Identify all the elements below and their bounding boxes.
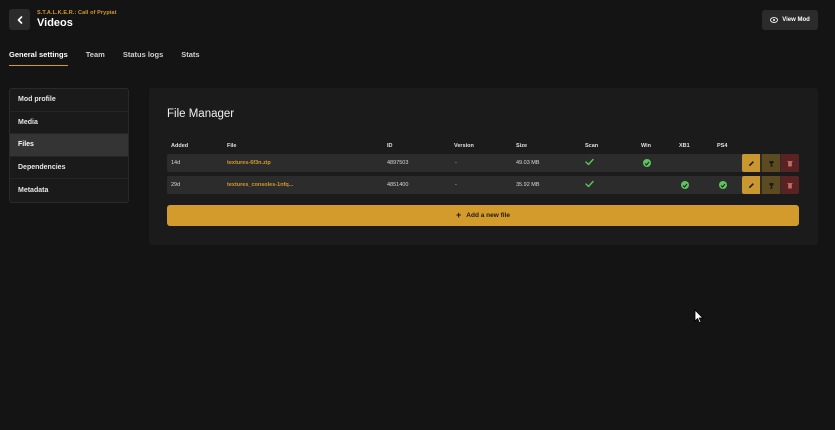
column-header-win: Win (641, 143, 652, 149)
added-cell: 14d (171, 160, 181, 166)
add-file-label: Add a new file (466, 212, 510, 219)
feature-button[interactable] (762, 176, 780, 194)
pencil-icon (748, 182, 754, 188)
edit-button[interactable] (742, 176, 760, 194)
page-title: Videos (37, 17, 73, 29)
sidebar-item-files[interactable]: Files (10, 134, 128, 157)
trash-icon (787, 182, 793, 188)
view-mod-button[interactable]: View Mod (762, 10, 818, 30)
sidebar-item-dependencies[interactable]: Dependencies (10, 157, 128, 180)
version-cell: - (455, 160, 457, 166)
chevron-left-icon (17, 15, 22, 24)
add-file-button[interactable]: + Add a new file (167, 205, 799, 226)
trash-icon (787, 160, 793, 166)
column-header-version: Version (454, 143, 474, 149)
check-icon (585, 158, 594, 166)
trophy-icon (769, 160, 773, 166)
file-link[interactable]: textures-6f3n.zip (227, 154, 271, 172)
version-cell: - (455, 182, 457, 188)
table-row: 29d textures_consoles-1nfq... 4851400 - … (167, 176, 799, 194)
settings-tabs: General settings Team Status logs Stats (9, 50, 218, 66)
sidebar-nav: Mod profile Media Files Dependencies Met… (9, 88, 129, 203)
column-header-file: File (227, 143, 237, 149)
file-manager-panel: File Manager Added File ID Version Size … (149, 88, 818, 245)
sidebar-item-metadata[interactable]: Metadata (10, 179, 128, 202)
tab-stats[interactable]: Stats (181, 50, 199, 66)
sidebar-item-mod-profile[interactable]: Mod profile (10, 89, 128, 112)
column-header-ps4: PS4 (717, 143, 728, 149)
pencil-icon (748, 160, 754, 166)
tab-team[interactable]: Team (86, 50, 105, 66)
eye-icon (770, 17, 779, 23)
file-link[interactable]: textures_consoles-1nfq... (227, 176, 293, 194)
column-header-xb1: XB1 (679, 143, 690, 149)
check-circle-icon (719, 181, 727, 189)
table-row: 14d textures-6f3n.zip 4897503 - 49.03 MB (167, 154, 799, 172)
file-manager-title: File Manager (167, 108, 235, 120)
page-header: S.T.A.L.K.E.R.: Call of Prypiat Videos (9, 9, 117, 30)
id-cell: 4897503 (387, 160, 409, 166)
size-cell: 35.92 MB (516, 182, 540, 188)
column-header-id: ID (387, 143, 393, 149)
check-circle-icon (681, 181, 689, 189)
check-circle-icon (643, 159, 651, 167)
back-button[interactable] (9, 9, 30, 30)
view-mod-label: View Mod (782, 17, 810, 23)
check-icon (585, 180, 594, 188)
sidebar-item-media[interactable]: Media (10, 112, 128, 135)
added-cell: 29d (171, 182, 181, 188)
id-cell: 4851400 (387, 182, 409, 188)
trophy-icon (769, 182, 773, 188)
game-subtitle[interactable]: S.T.A.L.K.E.R.: Call of Prypiat (37, 10, 117, 16)
column-header-scan: Scan (585, 143, 599, 149)
edit-button[interactable] (742, 154, 760, 172)
tab-status-logs[interactable]: Status logs (123, 50, 163, 66)
column-header-size: Size (516, 143, 528, 149)
delete-button[interactable] (781, 176, 799, 194)
size-cell: 49.03 MB (516, 160, 540, 166)
mouse-cursor-icon (694, 309, 704, 324)
plus-icon: + (456, 210, 462, 220)
column-header-added: Added (171, 143, 189, 149)
delete-button[interactable] (781, 154, 799, 172)
tab-general-settings[interactable]: General settings (9, 50, 68, 66)
feature-button[interactable] (762, 154, 780, 172)
title-group: S.T.A.L.K.E.R.: Call of Prypiat Videos (37, 10, 117, 29)
